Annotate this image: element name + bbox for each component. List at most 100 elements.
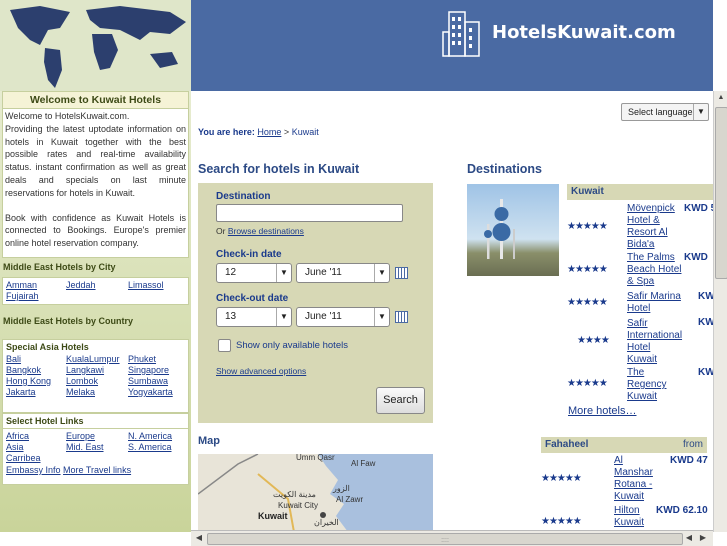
link-asia[interactable]: Asia: [6, 442, 66, 452]
kuwait-section-header: Kuwait: [567, 184, 713, 200]
fahaheel-section-header: Fahaheel from: [541, 437, 707, 453]
link-mid-east[interactable]: Mid. East: [66, 442, 128, 452]
map-label-kuwait: Kuwait: [258, 511, 288, 521]
link-sumbawa[interactable]: Sumbawa: [128, 376, 188, 386]
vertical-scrollbar[interactable]: ▲: [713, 91, 727, 532]
advanced-options-link[interactable]: Show advanced options: [216, 366, 306, 376]
link-lombok[interactable]: Lombok: [66, 376, 128, 386]
link-phuket[interactable]: Phuket: [128, 354, 188, 364]
chevron-down-icon: ▼: [374, 308, 389, 326]
vertical-scroll-thumb[interactable]: [715, 107, 727, 279]
chevron-down-icon: ▼: [693, 104, 708, 120]
horizontal-scroll-thumb[interactable]: ::::: [207, 533, 683, 545]
link-jakarta[interactable]: Jakarta: [6, 387, 66, 397]
map-view[interactable]: Umm Qasr Al Faw الزور مدينة الكويت Al Za…: [198, 454, 433, 532]
link-bali[interactable]: Bali: [6, 354, 66, 364]
hotel-price: KWD 62.10: [656, 505, 708, 516]
link-hong-kong[interactable]: Hong Kong: [6, 376, 66, 386]
link-amman[interactable]: Amman: [6, 280, 66, 290]
search-title: Search for hotels in Kuwait: [198, 162, 360, 176]
chevron-down-icon: ▼: [276, 264, 291, 282]
map-title: Map: [198, 435, 220, 447]
checkout-day-value: 13: [225, 311, 237, 322]
checkin-day-select[interactable]: 12 ▼: [216, 263, 292, 283]
link-n-america[interactable]: N. America: [128, 431, 188, 441]
more-hotels-link[interactable]: More hotels…: [568, 405, 636, 417]
welcome-text-3: Book with confidence as Kuwait Hotels is…: [5, 212, 186, 249]
link-singapore[interactable]: Singapore: [128, 365, 188, 375]
asia-title: Special Asia Hotels: [6, 342, 89, 352]
link-africa[interactable]: Africa: [6, 431, 66, 441]
link-fujairah[interactable]: Fujairah: [6, 291, 66, 301]
link-s-america[interactable]: S. America: [128, 442, 188, 452]
destination-label: Destination: [216, 191, 271, 202]
language-select[interactable]: Select language ▼: [621, 103, 709, 121]
star-rating: ★★★★★: [541, 473, 582, 484]
breadcrumb-separator: >: [283, 127, 290, 137]
map-label-umm-qasr: Umm Qasr: [296, 454, 335, 462]
site-logo[interactable]: HotelsKuwait.com: [441, 10, 681, 60]
search-form: Destination Or Browse destinations Check…: [198, 183, 433, 423]
scroll-left-icon[interactable]: ◀: [683, 532, 695, 544]
link-langkawi[interactable]: Langkawi: [66, 365, 128, 375]
hotel-price: KW: [698, 367, 713, 378]
hotel-link-hilton[interactable]: Hilton Kuwait: [614, 505, 658, 529]
link-melaka[interactable]: Melaka: [66, 387, 128, 397]
kuwait-section-title: Kuwait: [571, 186, 604, 197]
checkout-month-select[interactable]: June '11 ▼: [296, 307, 390, 327]
link-carribea[interactable]: Carribea: [6, 453, 66, 463]
link-limassol[interactable]: Limassol: [128, 280, 188, 290]
link-bangkok[interactable]: Bangkok: [6, 365, 66, 375]
hotel-link-safir-marina[interactable]: Safir Marina Hotel: [627, 291, 683, 315]
hotel-link-safir-international[interactable]: Safir International Hotel Kuwait: [627, 318, 683, 366]
checkout-day-select[interactable]: 13 ▼: [216, 307, 292, 327]
map-label-alzawr-ar: الزور: [333, 484, 350, 493]
me-country-title: Middle East Hotels by Country: [3, 316, 134, 326]
link-embassy-info[interactable]: Embassy Info: [6, 465, 61, 475]
checkout-month-value: June '11: [305, 311, 342, 322]
checkin-month-select[interactable]: June '11 ▼: [296, 263, 390, 283]
horizontal-scrollbar[interactable]: ◀ :::: ◀ ▶: [191, 530, 713, 546]
available-only-checkbox[interactable]: [218, 339, 231, 352]
hotel-price: KWD 47: [670, 455, 708, 466]
calendar-icon[interactable]: [395, 267, 408, 279]
link-jeddah[interactable]: Jeddah: [66, 280, 128, 290]
welcome-text-1: Welcome to HotelsKuwait.com.: [5, 111, 130, 121]
map-label-kuwait-city: Kuwait City: [278, 501, 319, 510]
asia-box: Special Asia Hotels Bali KualaLumpur Phu…: [2, 339, 189, 413]
breadcrumb-home[interactable]: Home: [257, 127, 281, 137]
link-yogyakarta[interactable]: Yogyakarta: [128, 387, 188, 397]
available-only-label: Show only available hotels: [236, 340, 348, 351]
hotel-price: KW: [698, 291, 713, 302]
map-label-alkhiran-ar: الخيران: [314, 518, 339, 527]
or-text: Or: [216, 226, 226, 236]
checkin-day-value: 12: [225, 267, 237, 278]
site-header: HotelsKuwait.com: [0, 0, 713, 91]
welcome-box: Welcome to Kuwait Hotels Welcome to Hote…: [2, 91, 189, 258]
select-links-box: Select Hotel Links Africa Europe N. Amer…: [2, 413, 189, 485]
hotel-link-palms[interactable]: The Palms Beach Hotel & Spa: [627, 252, 683, 288]
checkout-label: Check-out date: [216, 293, 289, 304]
hotel-price: KWD: [684, 252, 708, 263]
hotel-link-al-manshar[interactable]: Al Manshar Rotana - Kuwait: [614, 455, 658, 503]
sidebar: Welcome to Kuwait Hotels Welcome to Hote…: [0, 91, 191, 532]
link-europe[interactable]: Europe: [66, 431, 128, 441]
star-rating: ★★★★★: [567, 378, 608, 389]
map-label-kuwait-city-ar: مدينة الكويت: [273, 490, 316, 499]
calendar-icon[interactable]: [395, 311, 408, 323]
destination-input[interactable]: [216, 204, 403, 222]
me-city-box: Amman Jeddah Limassol Fujairah: [2, 277, 189, 305]
hotel-price: KW: [698, 317, 713, 328]
link-more-travel[interactable]: More Travel links: [63, 465, 131, 475]
scroll-up-icon[interactable]: ▲: [714, 91, 727, 104]
scroll-right-icon[interactable]: ▶: [697, 532, 709, 544]
search-button[interactable]: Search: [376, 387, 425, 414]
hotel-link-movenpick[interactable]: Mövenpick Hotel & Resort Al Bida'a: [627, 203, 683, 251]
hotel-link-regency[interactable]: The Regency Kuwait: [627, 367, 683, 403]
browse-destinations-link[interactable]: Browse destinations: [228, 226, 304, 236]
star-rating: ★★★★★: [567, 297, 608, 308]
link-kualalumpur[interactable]: KualaLumpur: [66, 354, 128, 364]
welcome-title: Welcome to Kuwait Hotels: [3, 92, 188, 109]
checkin-month-value: June '11: [305, 267, 342, 278]
scroll-left-icon[interactable]: ◀: [193, 532, 205, 544]
